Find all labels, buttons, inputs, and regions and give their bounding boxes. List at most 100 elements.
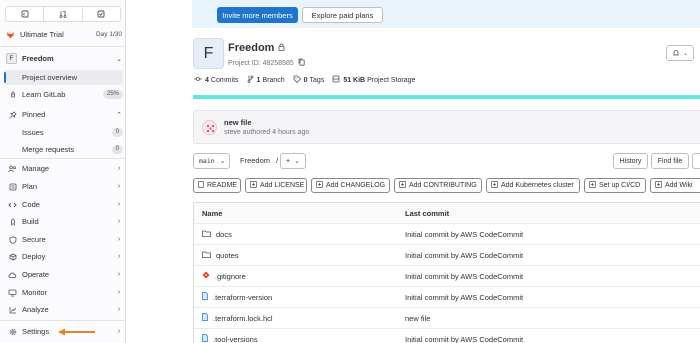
notification-button[interactable]: ⌄ — [666, 45, 694, 61]
issues-icon[interactable] — [5, 6, 45, 22]
readme-button[interactable]: README — [193, 178, 241, 193]
chevron-up-icon: ⌃ — [116, 111, 122, 119]
git-icon — [202, 271, 210, 281]
sidebar-item-monitor[interactable]: Monitor › — [4, 285, 123, 300]
last-commit-message[interactable]: new file — [405, 314, 430, 323]
file-icon — [198, 181, 204, 190]
last-commit-message[interactable]: Initial commit by AWS CodeCommit — [405, 230, 523, 239]
table-row[interactable]: .tool-versions Initial commit by AWS Cod… — [194, 329, 700, 343]
file-name[interactable]: quotes — [202, 251, 239, 260]
add-changelog-button[interactable]: Add CHANGELOG — [311, 178, 390, 193]
pinned-item-merge-requests[interactable]: Merge requests 0 — [22, 142, 123, 156]
column-name-header: Name — [202, 208, 223, 218]
table-row[interactable]: .terraform-version Initial commit by AWS… — [194, 287, 700, 308]
stat-commits[interactable]: 4 Commits — [194, 76, 239, 84]
file-name[interactable]: .terraform.lock.hcl — [202, 313, 273, 323]
tag-icon — [293, 75, 301, 85]
last-commit-message[interactable]: Initial commit by AWS CodeCommit — [405, 272, 523, 281]
stat-storage[interactable]: 51 KiB Project Storage — [332, 75, 415, 85]
sidebar-item-project-overview[interactable]: Project overview — [4, 70, 123, 85]
sidebar-item-learn-gitlab[interactable]: Learn GitLab 25% — [4, 87, 123, 102]
file-name-text: .terraform-version — [213, 292, 273, 302]
copy-icon[interactable] — [298, 58, 305, 68]
progress-badge: 25% — [102, 90, 123, 99]
users-icon — [8, 164, 17, 173]
sidebar-item-manage[interactable]: Manage › — [4, 161, 123, 176]
sidebar-item-label: Operate — [22, 270, 50, 279]
table-row[interactable]: quotes Initial commit by AWS CodeCommit — [194, 245, 700, 266]
plus-icon — [589, 181, 596, 190]
branch-dropdown[interactable]: main ⌄ — [193, 153, 230, 169]
sidebar-item-label: Learn GitLab — [22, 90, 66, 99]
sidebar-item-label: Manage — [22, 164, 50, 173]
add-license-button[interactable]: Add LICENSE — [245, 178, 307, 193]
shield-icon — [8, 235, 17, 244]
stat-value: 51 KiB — [343, 76, 366, 84]
pinned-item-label: Issues — [22, 127, 44, 137]
sidebar-item-deploy[interactable]: Deploy › — [4, 249, 123, 264]
storage-progress-bar — [193, 95, 700, 99]
chevron-right-icon: › — [117, 328, 121, 335]
file-name[interactable]: .gitignore — [202, 271, 246, 281]
sidebar-item-label: Secure — [22, 235, 46, 244]
project-switcher[interactable]: F Freedom ⌄ — [6, 52, 122, 65]
add-contributing-button[interactable]: Add CONTRIBUTING — [394, 178, 482, 193]
add-file-dropdown[interactable]: + ⌄ — [280, 153, 306, 169]
project-stats: 4 Commits 1 Branch 0 Tags 51 KiB Project Sto… — [194, 75, 423, 85]
ultimate-trial[interactable]: Ultimate Trial Day 1/30 — [6, 28, 122, 40]
setup-cicd-button[interactable]: Set up CI/CD — [584, 178, 646, 193]
author-avatar — [202, 120, 217, 135]
quick-button-label: Add Kubernetes cluster — [501, 182, 574, 189]
sidebar-top-icons — [5, 6, 121, 22]
last-commit-message[interactable]: Initial commit by AWS CodeCommit — [405, 293, 523, 302]
stat-branches[interactable]: 1 Branch — [247, 75, 285, 85]
file-name[interactable]: docs — [202, 230, 232, 239]
stat-label: Project Storage — [367, 76, 416, 84]
project-id-text: Project ID: 48258585 — [228, 59, 294, 67]
sidebar-item-operate[interactable]: Operate › — [4, 267, 123, 282]
find-file-button[interactable]: Find file — [651, 153, 689, 169]
sidebar-item-label: Project overview — [22, 73, 78, 82]
trial-day: Day 1/30 — [95, 30, 122, 38]
project-title: Freedom — [228, 42, 285, 54]
sidebar-item-secure[interactable]: Secure › — [4, 232, 123, 247]
table-row[interactable]: .terraform.lock.hcl new file — [194, 308, 700, 329]
sidebar-item-plan[interactable]: Plan › — [4, 179, 123, 194]
last-commit-message[interactable]: Initial commit by AWS CodeCommit — [405, 251, 523, 260]
history-button[interactable]: History — [613, 153, 648, 169]
storage-icon — [332, 75, 340, 85]
stat-label: Branch — [262, 76, 285, 84]
edit-dropdown-button[interactable] — [692, 153, 700, 169]
sidebar-item-label: Deploy — [22, 252, 46, 261]
file-icon — [202, 313, 208, 323]
last-commit-message[interactable]: Initial commit by AWS CodeCommit — [405, 335, 523, 343]
sidebar-item-label: Monitor — [22, 288, 48, 297]
count-badge: 0 — [111, 144, 123, 154]
sidebar: Ultimate Trial Day 1/30 F Freedom ⌄ Proj… — [0, 0, 126, 343]
plus-icon — [491, 181, 498, 190]
breadcrumb-project[interactable]: Freedom — [240, 156, 270, 165]
file-name-text: quotes — [216, 250, 239, 260]
sidebar-item-pinned[interactable]: Pinned ⌃ — [4, 107, 123, 122]
invite-members-button[interactable]: Invite more members — [217, 7, 298, 23]
stat-tags[interactable]: 0 Tags — [293, 75, 324, 85]
merge-requests-icon[interactable] — [44, 6, 83, 22]
table-row[interactable]: .gitignore Initial commit by AWS CodeCom… — [194, 266, 700, 287]
file-name[interactable]: .tool-versions — [202, 334, 258, 343]
table-row[interactable]: docs Initial commit by AWS CodeCommit — [194, 224, 700, 245]
quick-button-label: Add Wiki — [665, 182, 693, 189]
sidebar-item-analyze[interactable]: Analyze › — [4, 302, 123, 317]
sidebar-item-code[interactable]: Code › — [4, 197, 123, 212]
table-header: Name Last commit — [194, 203, 700, 224]
todo-icon[interactable] — [82, 6, 121, 22]
file-name[interactable]: .terraform-version — [202, 292, 272, 302]
add-wiki-button[interactable]: Add Wiki — [650, 178, 700, 193]
stat-value: 0 — [303, 76, 308, 84]
sidebar-item-label: Plan — [22, 182, 38, 191]
explore-plans-button[interactable]: Explore paid plans — [302, 7, 383, 23]
pinned-item-issues[interactable]: Issues 0 — [22, 125, 123, 139]
folder-icon — [202, 230, 211, 239]
sidebar-item-build[interactable]: Build › — [4, 214, 123, 229]
commit-title[interactable]: new file — [224, 118, 252, 127]
add-kubernetes-cluster-button[interactable]: Add Kubernetes cluster — [486, 178, 580, 193]
